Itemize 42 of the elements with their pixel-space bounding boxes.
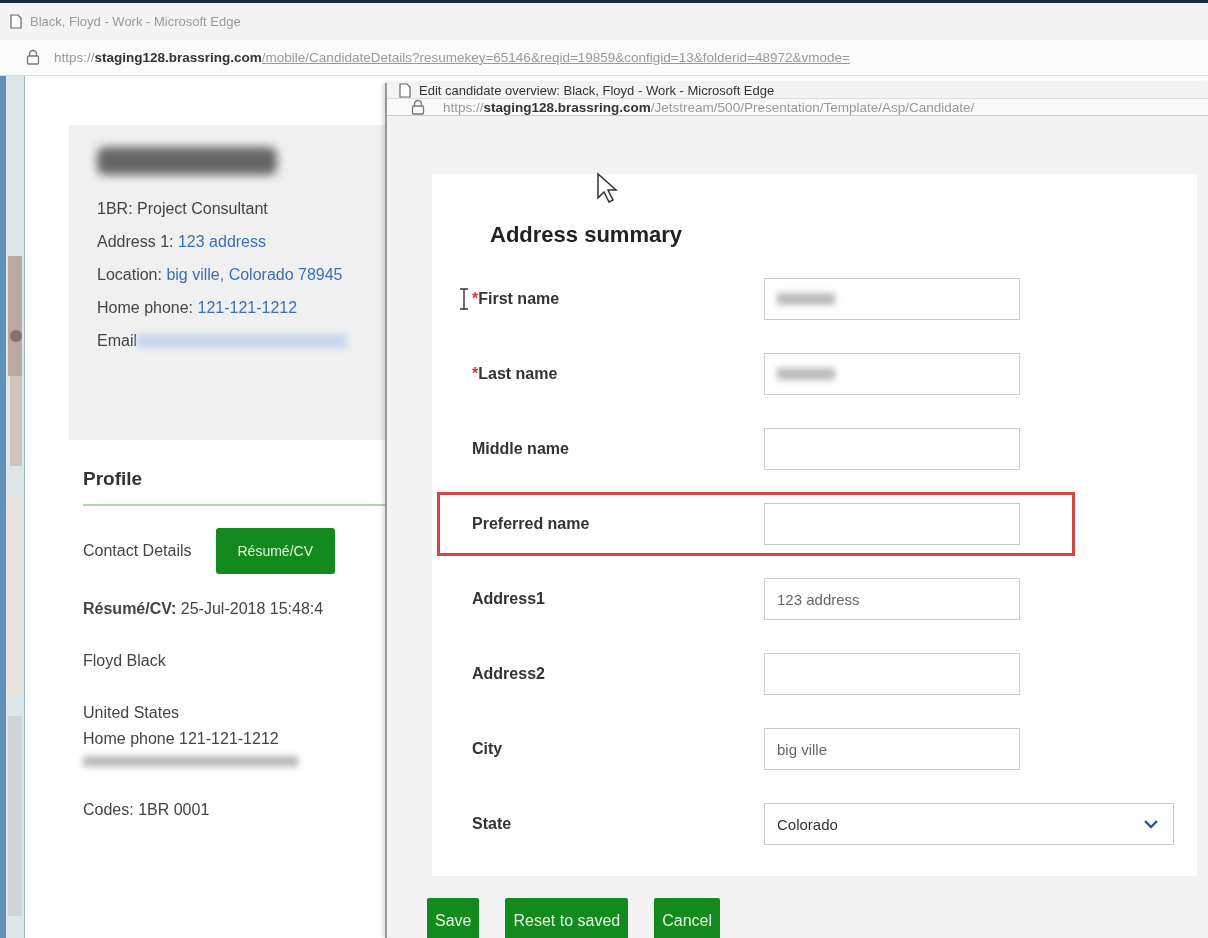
- field-label: City: [472, 740, 504, 758]
- field-label: State: [472, 815, 513, 833]
- window-title: Edit candidate overview: Black, Floyd - Work - Microsoft Edge: [419, 83, 775, 98]
- field-label: Address2: [472, 665, 546, 683]
- input-field[interactable]: 123 address: [764, 578, 1020, 620]
- input-field[interactable]: [764, 428, 1020, 470]
- window-title: Black, Floyd - Work - Microsoft Edge: [30, 13, 241, 29]
- chevron-down-icon: [1143, 819, 1159, 829]
- input-field[interactable]: [764, 503, 1020, 545]
- field-label: *Last name: [472, 365, 559, 383]
- resume-name: Floyd Black: [83, 652, 167, 670]
- lock-icon: [411, 99, 425, 115]
- field-label: Middle name: [472, 440, 570, 458]
- input-field[interactable]: big ville: [764, 728, 1020, 770]
- email-label: Email: [97, 332, 137, 350]
- lock-icon: [26, 49, 40, 66]
- page-icon: [10, 13, 22, 29]
- input-field[interactable]: [764, 353, 1020, 395]
- text-cursor-icon: [459, 288, 469, 310]
- candidate-detail: Address 1: 123 address: [97, 233, 267, 251]
- form-heading: Address summary: [490, 222, 683, 248]
- field-label: Preferred name: [472, 515, 591, 533]
- profile-tab[interactable]: Contact Details: [83, 542, 192, 560]
- candidate-detail: Home phone: 121-121-1212: [97, 299, 299, 317]
- resume-codes: Codes: 1BR 0001: [83, 801, 211, 819]
- form-button[interactable]: Save: [427, 898, 480, 938]
- input-field[interactable]: [764, 278, 1020, 320]
- detail-link[interactable]: 123 address: [177, 233, 266, 250]
- candidate-detail: Location: big ville, Colorado 78945: [97, 266, 344, 284]
- profile-tab[interactable]: Résumé/CV: [215, 528, 335, 574]
- field-label: Address1: [472, 590, 546, 608]
- state-select[interactable]: Colorado: [764, 803, 1174, 845]
- resume-phone: Home phone 121-121-1212: [83, 730, 280, 748]
- job-title: 1BR: Project Consultant: [97, 200, 269, 218]
- field-label: *First name: [472, 290, 561, 308]
- detail-link[interactable]: big ville, Colorado 78945: [166, 266, 343, 283]
- form-button[interactable]: Cancel: [654, 898, 720, 938]
- resume-country: United States: [83, 704, 181, 722]
- resume-date: Résumé/CV: 25-Jul-2018 15:48:4: [83, 600, 325, 618]
- detail-link[interactable]: 121-121-1212: [197, 299, 298, 316]
- input-field[interactable]: [764, 653, 1020, 695]
- form-button[interactable]: Reset to saved: [505, 898, 629, 938]
